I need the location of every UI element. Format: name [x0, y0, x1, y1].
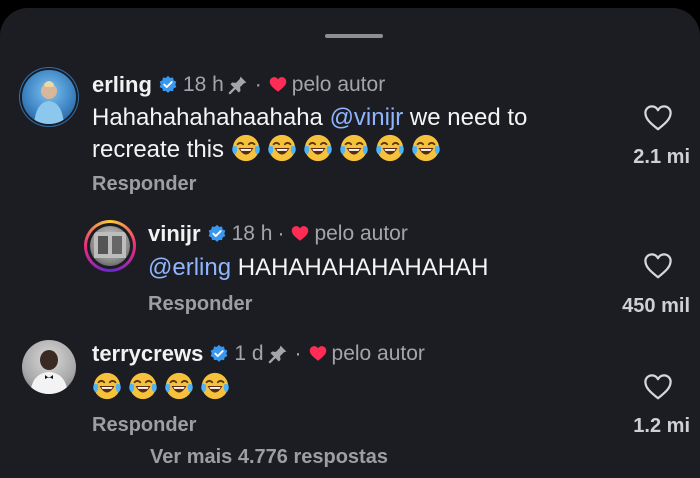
face-with-tears-of-joy-emoji-icon [339, 133, 369, 163]
comment-text-part: Hahahahahahaahaha [92, 104, 330, 131]
username[interactable]: vinijr [148, 221, 201, 247]
face-with-tears-of-joy-emoji-icon [92, 371, 122, 401]
username[interactable]: erling [92, 72, 152, 98]
liked-by-author-heart-icon [269, 76, 287, 94]
emoji-group [231, 136, 447, 163]
separator-dot: · [294, 342, 302, 365]
timestamp: 1 d [234, 342, 264, 365]
avatar[interactable] [84, 220, 136, 272]
reply-button[interactable]: Responder [148, 293, 252, 316]
face-with-tears-of-joy-emoji-icon [267, 133, 297, 163]
liked-by-author-heart-icon [291, 225, 309, 243]
drag-handle[interactable] [325, 34, 383, 38]
liked-by-author-label: pelo autor [291, 73, 386, 96]
face-with-tears-of-joy-emoji-icon [164, 371, 194, 401]
face-with-tears-of-joy-emoji-icon [375, 133, 405, 163]
face-with-tears-of-joy-emoji-icon [231, 133, 261, 163]
timestamp: 18 h [231, 222, 273, 245]
comment-text [92, 371, 392, 403]
face-with-tears-of-joy-emoji-icon [411, 133, 441, 163]
reply-button[interactable]: Responder [92, 173, 196, 196]
verified-badge-icon [158, 75, 178, 95]
like-count: 1.2 mi [633, 415, 690, 437]
separator-dot: · [277, 222, 285, 245]
liked-by-author-label: pelo autor [331, 342, 425, 365]
heart-outline-icon[interactable] [643, 252, 673, 280]
username[interactable]: terrycrews [92, 341, 203, 367]
like-count: 450 mil [622, 295, 690, 317]
pin-icon [228, 75, 248, 95]
like-count: 2.1 mi [633, 146, 690, 168]
mention-link[interactable]: @erling [148, 254, 231, 281]
heart-outline-icon[interactable] [643, 373, 673, 401]
mention-link[interactable]: @vinijr [330, 104, 404, 131]
pin-icon [268, 344, 288, 364]
verified-badge-icon [209, 344, 229, 364]
comment-text: @erling HAHAHAHAHAHAHAH [148, 252, 598, 283]
comment-text: Hahahahahahaahaha @vinijr we need to rec… [92, 102, 582, 165]
face-with-tears-of-joy-emoji-icon [200, 371, 230, 401]
avatar[interactable] [22, 340, 76, 394]
avatar[interactable] [22, 70, 76, 124]
comment-text-part: HAHAHAHAHAHAHAH [231, 254, 489, 281]
timestamp: 18 h [182, 73, 224, 96]
comment-meta: vinijr 18 h · pelo autor [148, 221, 408, 247]
comment-meta: terrycrews 1 d · pelo autor [92, 341, 425, 367]
liked-by-author-heart-icon [309, 345, 327, 363]
face-with-tears-of-joy-emoji-icon [303, 133, 333, 163]
separator-dot: · [254, 73, 262, 96]
verified-badge-icon [207, 224, 227, 244]
liked-by-author-label: pelo autor [314, 222, 408, 245]
reply-button[interactable]: Responder [92, 414, 196, 437]
heart-outline-icon[interactable] [643, 104, 673, 132]
comment-meta: erling 18 h · pelo autor [92, 72, 385, 98]
face-with-tears-of-joy-emoji-icon [128, 371, 158, 401]
emoji-group [92, 374, 236, 401]
